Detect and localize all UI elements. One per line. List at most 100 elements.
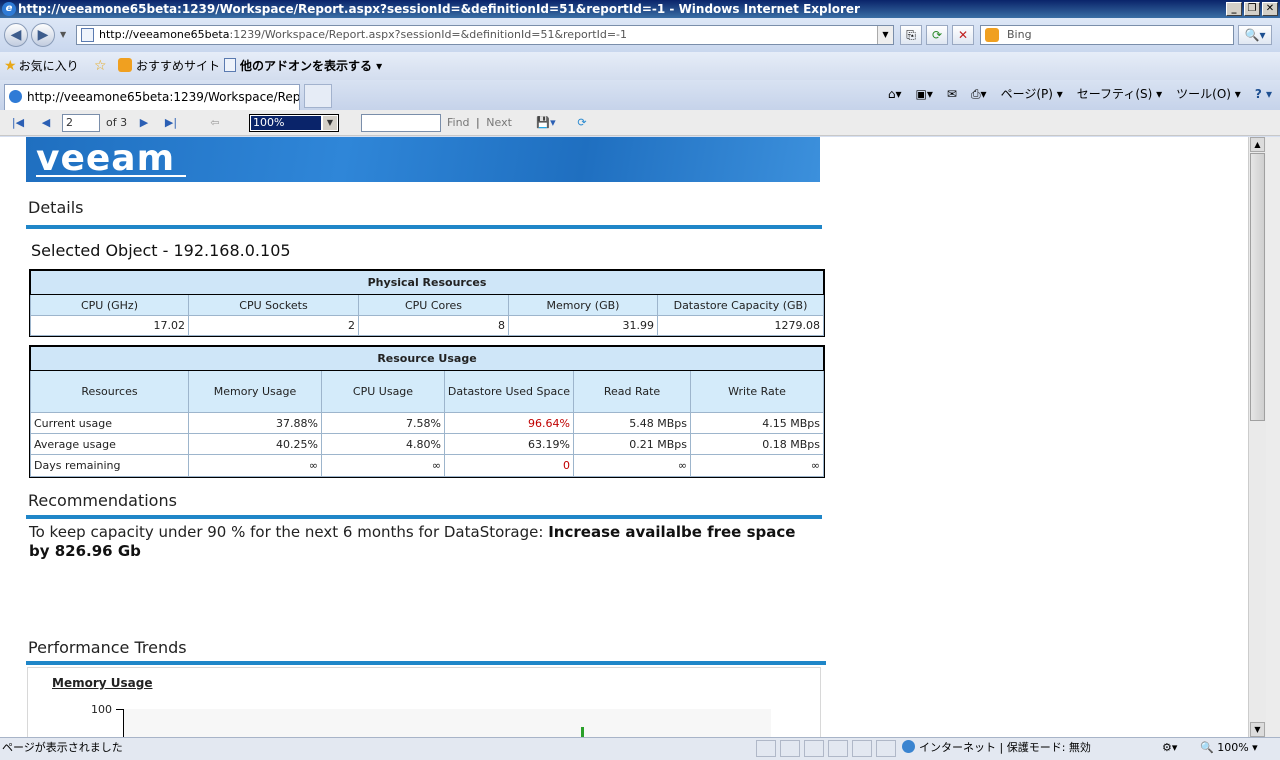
status-pane	[828, 740, 848, 757]
column-header: Write Rate	[690, 370, 824, 413]
page-menu[interactable]: ページ(P) ▾	[1001, 86, 1063, 102]
next-page-icon[interactable]: ▶	[136, 115, 152, 131]
previous-page-icon[interactable]: ◀	[38, 115, 54, 131]
table-cell: 4.80%	[321, 433, 445, 455]
back-to-parent-icon[interactable]: ⇦	[207, 115, 223, 131]
table-row: Days remaining ∞ ∞ 0 ∞ ∞	[30, 454, 824, 477]
performance-trends-title: Performance Trends	[28, 638, 187, 657]
add-favorite-icon[interactable]: ☆	[94, 58, 109, 74]
table-cell: 0.21 MBps	[573, 433, 691, 455]
first-page-icon[interactable]: |◀	[10, 115, 26, 131]
safety-menu[interactable]: セーフティ(S) ▾	[1077, 86, 1162, 102]
recent-pages-dropdown[interactable]: ▼	[60, 30, 66, 39]
find-controls: Find | Next	[447, 116, 512, 129]
status-pane	[852, 740, 872, 757]
last-page-icon[interactable]: ▶|	[163, 115, 179, 131]
tab-row: http://veeamone65beta:1239/Workspace/Rep…	[0, 80, 1280, 110]
table-cell-alert: 96.64%	[444, 412, 574, 434]
favorites-button[interactable]: ★ お気に入り	[4, 58, 79, 74]
favorites-bar: ★ お気に入り ☆ おすすめサイト ▾ 他のアドオンを表示する ▾	[0, 52, 1280, 80]
address-dropdown-icon[interactable]: ▼	[877, 26, 893, 44]
column-header: Memory Usage	[188, 370, 322, 413]
status-pane	[876, 740, 896, 757]
table-cell: 5.48 MBps	[573, 412, 691, 434]
scroll-down-icon[interactable]: ▼	[1250, 722, 1265, 737]
print-icon[interactable]: ⎙▾	[971, 86, 987, 102]
export-icon[interactable]: 💾▾	[532, 115, 560, 131]
globe-icon	[902, 740, 915, 753]
address-bar[interactable]: http://veeamone65beta:1239/Workspace/Rep…	[76, 25, 894, 45]
table-row: Average usage 40.25% 4.80% 63.19% 0.21 M…	[30, 433, 824, 455]
suggested-sites-button[interactable]: おすすめサイト ▾	[118, 58, 230, 74]
recommendation-text: To keep capacity under 90 % for the next…	[29, 523, 796, 560]
popup-blocker-icon[interactable]: ⚙▾	[1162, 738, 1177, 758]
window-title-bar: e http://veeamone65beta:1239/Workspace/R…	[0, 0, 1280, 18]
next-link[interactable]: Next	[486, 116, 512, 129]
zoom-level[interactable]: 🔍 100% ▾	[1200, 738, 1258, 758]
vertical-scrollbar[interactable]: ▲ ▼	[1248, 137, 1266, 737]
find-input[interactable]	[361, 114, 441, 132]
table-cell: 1279.08	[657, 315, 824, 336]
security-zone[interactable]: インターネット | 保護モード: 無効	[902, 738, 1091, 758]
restore-button[interactable]: ❐	[1244, 2, 1260, 16]
help-menu[interactable]: ? ▾	[1255, 86, 1272, 102]
mail-icon[interactable]: ✉	[947, 86, 957, 102]
close-window-button[interactable]: ✕	[1262, 2, 1278, 16]
column-header: CPU (GHz)	[30, 294, 189, 316]
page-number-input[interactable]: 2	[62, 114, 100, 132]
tools-menu[interactable]: ツール(O) ▾	[1176, 86, 1241, 102]
scroll-up-icon[interactable]: ▲	[1250, 137, 1265, 152]
column-header: Datastore Used Space	[444, 370, 574, 413]
table-cell: ∞	[321, 454, 445, 477]
memory-usage-chart-title[interactable]: Memory Usage	[52, 676, 152, 690]
column-header: CPU Sockets	[188, 294, 359, 316]
tab-report[interactable]: http://veeamone65beta:1239/Workspace/Rep…	[4, 84, 300, 110]
resource-usage-title: Resource Usage	[30, 346, 824, 371]
window-edge	[1266, 137, 1280, 737]
back-button[interactable]: ◀	[4, 23, 28, 47]
column-header: Memory (GB)	[508, 294, 658, 316]
feeds-icon[interactable]: ▣▾	[916, 86, 933, 102]
zoom-value: 100%	[251, 116, 321, 130]
status-pane	[780, 740, 800, 757]
table-cell: 7.58%	[321, 412, 445, 434]
address-row: ◀ ▶ ▼ http://veeamone65beta:1239/Workspa…	[0, 18, 1280, 52]
table-cell: 4.15 MBps	[690, 412, 824, 434]
minimize-button[interactable]: _	[1226, 2, 1242, 16]
command-bar: ⌂▾ ▣▾ ✉ ⎙▾ ページ(P) ▾ セーフティ(S) ▾ ツール(O) ▾ …	[888, 86, 1272, 102]
status-pane	[756, 740, 776, 757]
table-cell: 37.88%	[188, 412, 322, 434]
page-count: of 3	[106, 116, 128, 129]
column-header: CPU Usage	[321, 370, 445, 413]
search-input[interactable]: Bing	[980, 25, 1234, 45]
search-button[interactable]: 🔍▾	[1238, 25, 1272, 45]
addons-page-icon	[224, 58, 236, 72]
bing-icon	[985, 28, 999, 42]
table-cell: 0.18 MBps	[690, 433, 824, 455]
home-icon[interactable]: ⌂▾	[888, 86, 902, 102]
tab-favicon-icon	[9, 90, 22, 103]
compatibility-view-icon[interactable]: ⎘	[900, 25, 922, 45]
row-label: Days remaining	[30, 454, 189, 477]
row-label: Average usage	[30, 433, 189, 455]
scroll-thumb[interactable]	[1250, 153, 1265, 421]
details-divider	[26, 225, 822, 229]
new-tab-button[interactable]	[304, 84, 332, 108]
star-icon: ★	[4, 58, 17, 74]
find-link[interactable]: Find	[447, 116, 470, 129]
stop-icon[interactable]: ✕	[952, 25, 974, 45]
zoom-select[interactable]: 100% ▼	[249, 114, 339, 132]
table-cell: 40.25%	[188, 433, 322, 455]
trends-divider	[26, 661, 826, 665]
memory-usage-series-mark	[581, 727, 584, 737]
more-addons-button[interactable]: 他のアドオンを表示する ▾	[224, 58, 382, 74]
table-cell: 63.19%	[444, 433, 574, 455]
chevron-down-icon: ▼	[323, 116, 337, 130]
forward-button[interactable]: ▶	[31, 23, 55, 47]
table-cell: ∞	[690, 454, 824, 477]
refresh-report-icon[interactable]: ⟳	[574, 115, 590, 131]
memory-usage-plot-area	[123, 709, 771, 737]
report-banner: veeam	[26, 137, 820, 182]
report-content: veeam Details Selected Object - 192.168.…	[0, 137, 1248, 737]
refresh-icon[interactable]: ⟳	[926, 25, 948, 45]
